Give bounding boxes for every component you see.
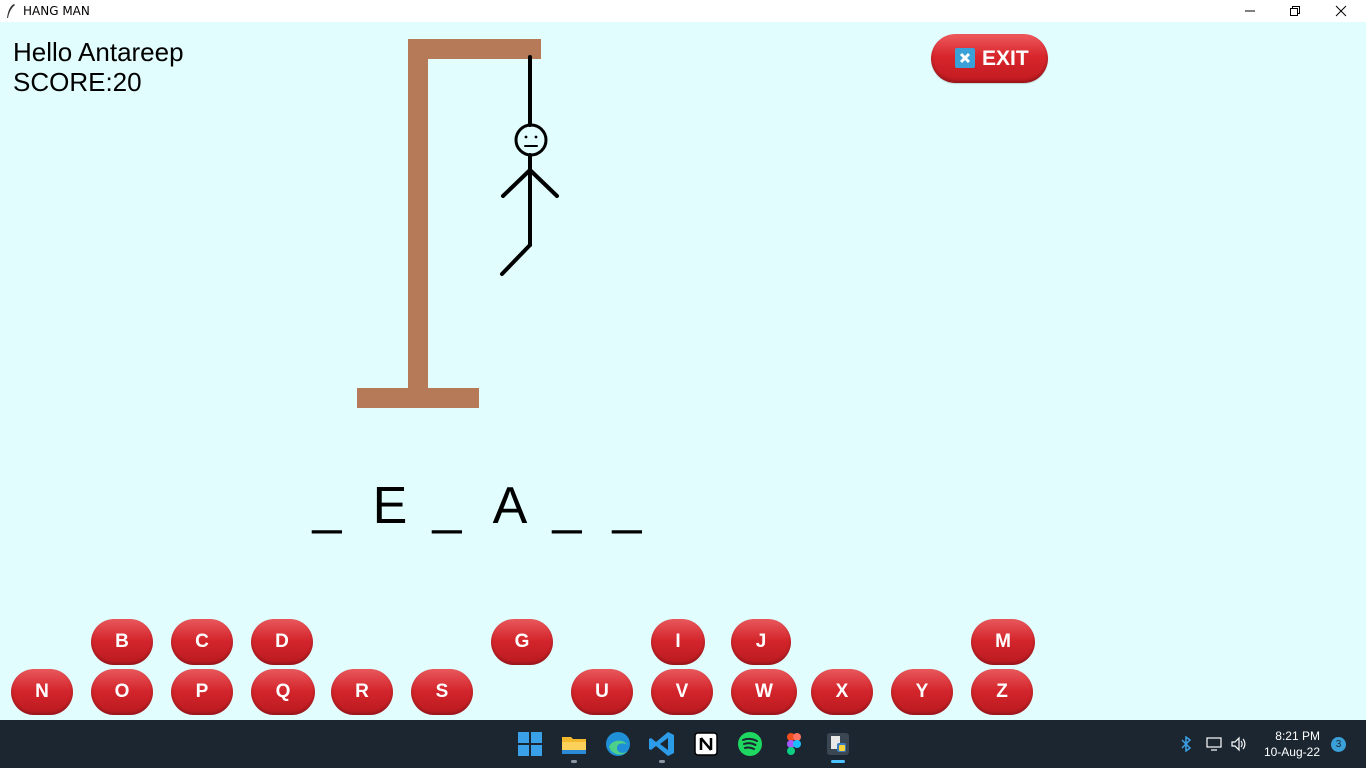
spotify-icon[interactable] <box>736 730 764 758</box>
letter-button-j[interactable]: J <box>731 619 791 665</box>
letter-button-o[interactable]: O <box>91 669 153 715</box>
letter-button-z[interactable]: Z <box>971 669 1033 715</box>
gallows-post <box>408 39 428 401</box>
word-slot: _ <box>552 477 582 535</box>
word-slot: A <box>492 477 528 535</box>
hangman-drawing <box>357 39 559 408</box>
figma-icon[interactable] <box>780 730 808 758</box>
letter-button-i[interactable]: I <box>651 619 705 665</box>
letter-button-r[interactable]: R <box>331 669 393 715</box>
word-slot: _ <box>432 477 462 535</box>
taskbar: 8:21 PM 10-Aug-22 <box>0 720 1366 768</box>
left-arm <box>501 168 532 198</box>
hangman-figure <box>500 55 559 276</box>
letter-button-d[interactable]: D <box>251 619 313 665</box>
notification-badge[interactable]: 3 <box>1331 737 1346 752</box>
letter-button-w[interactable]: W <box>731 669 797 715</box>
letter-button-x[interactable]: X <box>811 669 873 715</box>
letter-button-g[interactable]: G <box>491 619 553 665</box>
active-indicator <box>831 760 845 763</box>
clock-time[interactable]: 8:21 PM <box>1262 729 1320 744</box>
file-explorer-icon[interactable] <box>560 730 588 758</box>
gallows-base <box>357 388 479 408</box>
right-arm <box>528 168 559 198</box>
head <box>514 123 548 157</box>
running-indicator <box>659 760 665 763</box>
windows-start-icon[interactable] <box>516 730 544 758</box>
python-icon[interactable] <box>824 730 852 758</box>
letter-button-b[interactable]: B <box>91 619 153 665</box>
word-slot: _ <box>312 477 342 535</box>
letter-button-s[interactable]: S <box>411 669 473 715</box>
letter-button-y[interactable]: Y <box>891 669 953 715</box>
gallows <box>357 39 541 408</box>
letter-button-n[interactable]: N <box>11 669 73 715</box>
letter-button-u[interactable]: U <box>571 669 633 715</box>
vscode-icon[interactable] <box>648 730 676 758</box>
running-indicator <box>571 760 577 763</box>
notion-icon[interactable] <box>692 730 720 758</box>
network-icon[interactable] <box>1206 737 1224 751</box>
clock-date[interactable]: 10-Aug-22 <box>1262 745 1320 760</box>
volume-icon[interactable] <box>1230 736 1246 752</box>
word-slot: _ <box>612 477 642 535</box>
letter-button-p[interactable]: P <box>171 669 233 715</box>
word-slot: E <box>372 477 408 535</box>
letter-button-q[interactable]: Q <box>251 669 315 715</box>
edge-icon[interactable] <box>604 730 632 758</box>
letter-button-m[interactable]: M <box>971 619 1035 665</box>
letter-button-c[interactable]: C <box>171 619 233 665</box>
bluetooth-icon[interactable] <box>1180 736 1192 752</box>
letter-button-v[interactable]: V <box>651 669 713 715</box>
left-leg <box>500 243 532 276</box>
